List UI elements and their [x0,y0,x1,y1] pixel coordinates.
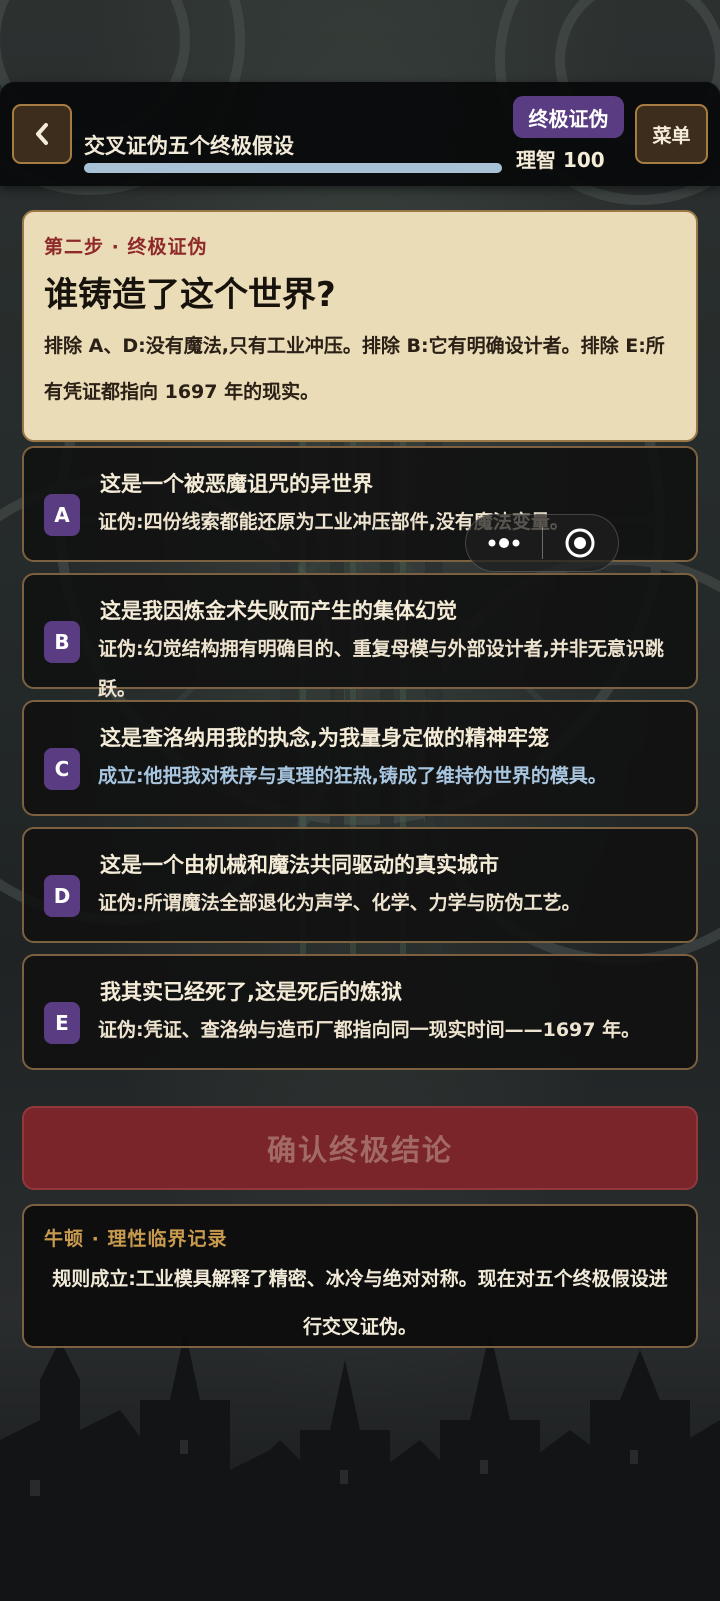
option-title: 这是查洛纳用我的执念,为我量身定做的精神牢笼 [100,726,549,750]
option-letter-badge: B [44,621,80,663]
question-title: 谁铸造了这个世界? [44,275,336,315]
option-detail: 证伪:幻觉结构拥有明确目的、重复母模与外部设计者,并非无意识跳跃。 [98,638,664,700]
option-letter-badge: E [44,1002,80,1044]
capsule-close-button[interactable] [543,515,619,571]
top-bar: 交叉证伪五个终极假设 终极证伪 理智 100 菜单 [0,82,720,186]
capsule-more-button[interactable] [466,515,542,571]
option-title: 这是一个被恶魔诅咒的异世界 [100,472,373,496]
option-detail: 证伪:所谓魔法全部退化为声学、化学、力学与防伪工艺。 [98,892,581,914]
level-title: 交叉证伪五个终极假设 [84,134,294,158]
menu-button[interactable]: 菜单 [635,104,708,164]
log-label: 牛顿 · 理性临界记录 [44,1228,228,1250]
question-description: 排除 A、D:没有魔法,只有工业冲压。排除 B:它有明确设计者。排除 E:所有凭… [44,335,665,403]
progress-bar [84,163,502,173]
chevron-left-icon [36,123,48,145]
sanity-counter: 理智 100 [516,148,605,172]
option-letter-badge: D [44,875,80,917]
mini-program-capsule [465,514,619,572]
option-detail: 证伪:凭证、查洛纳与造币厂都指向同一现实时间——1697 年。 [98,1019,641,1041]
option-e[interactable]: E 我其实已经死了,这是死后的炼狱 证伪:凭证、查洛纳与造币厂都指向同一现实时间… [22,954,698,1070]
back-button[interactable] [12,104,72,164]
confirm-conclusion-button[interactable]: 确认终极结论 [22,1106,698,1190]
option-c[interactable]: C 这是查洛纳用我的执念,为我量身定做的精神牢笼 成立:他把我对秩序与真理的狂热… [22,700,698,816]
target-close-icon [565,528,595,558]
option-title: 这是一个由机械和魔法共同驱动的真实城市 [100,853,499,877]
question-card: 第二步 · 终极证伪 谁铸造了这个世界? 排除 A、D:没有魔法,只有工业冲压。… [22,210,698,442]
option-title: 这是我因炼金术失败而产生的集体幻觉 [100,599,457,623]
more-dots-icon [488,538,520,548]
step-label: 第二步 · 终极证伪 [44,236,208,258]
option-detail: 成立:他把我对秩序与真理的狂热,铸成了维持伪世界的模具。 [98,765,607,787]
option-title: 我其实已经死了,这是死后的炼狱 [100,980,402,1004]
progress-bar-fill [84,163,502,173]
option-d[interactable]: D 这是一个由机械和魔法共同驱动的真实城市 证伪:所谓魔法全部退化为声学、化学、… [22,827,698,943]
option-letter-badge: A [44,494,80,536]
log-text: 规则成立:工业模具解释了精密、冰冷与绝对对称。现在对五个终极假设进行交叉证伪。 [52,1268,668,1338]
stage-badge: 终极证伪 [513,96,624,138]
option-letter-badge: C [44,748,80,790]
reasoning-log-card: 牛顿 · 理性临界记录 规则成立:工业模具解释了精密、冰冷与绝对对称。现在对五个… [22,1204,698,1348]
option-b[interactable]: B 这是我因炼金术失败而产生的集体幻觉 证伪:幻觉结构拥有明确目的、重复母模与外… [22,573,698,700]
